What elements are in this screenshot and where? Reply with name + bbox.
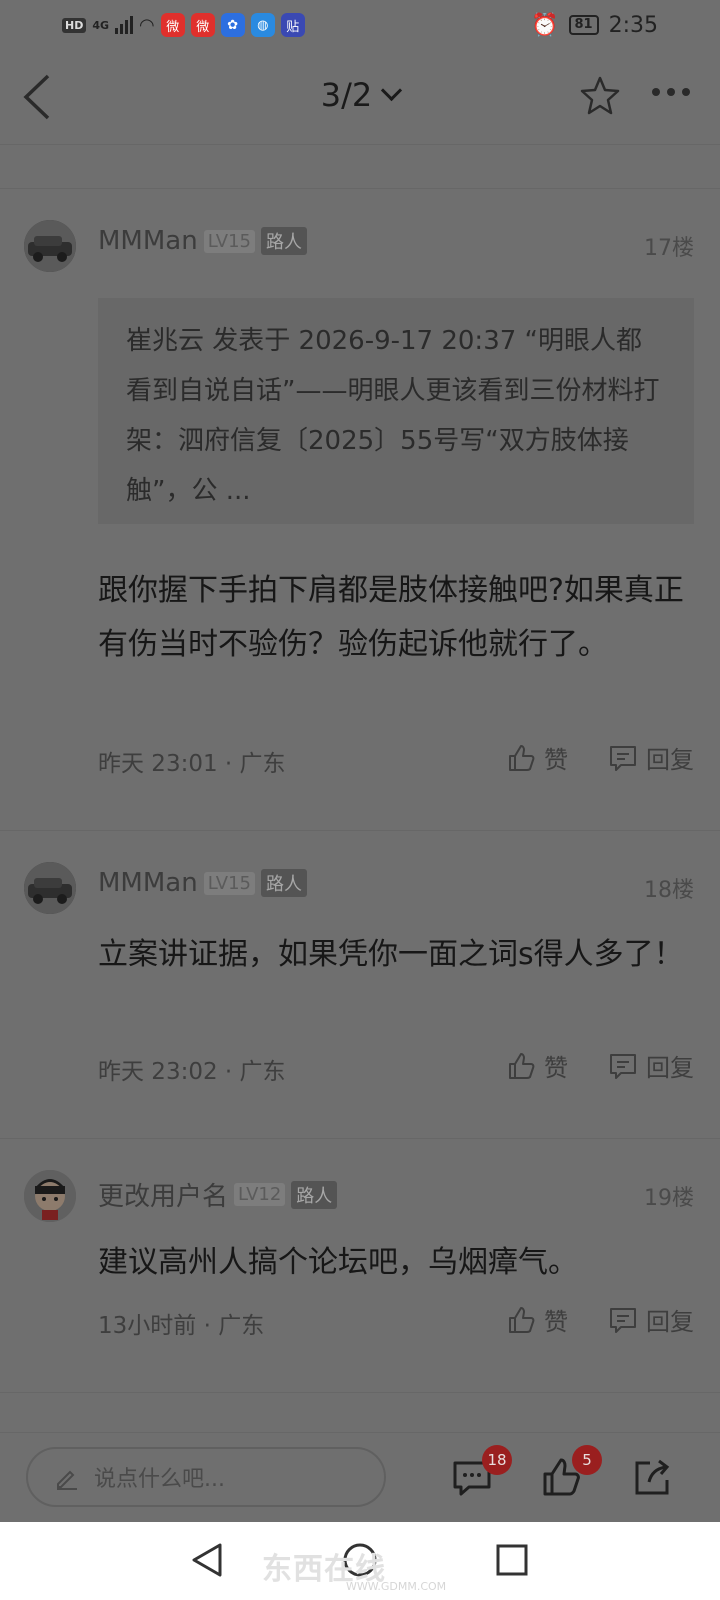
car-avatar-image <box>24 220 76 272</box>
favorite-button[interactable] <box>578 74 622 118</box>
level-badge: LV15 <box>203 871 255 895</box>
comment-icon <box>610 745 636 771</box>
post-item: MMMan LV15 路人 18楼 立案讲证据，如果凭你一面之词s得人多了！ 昨… <box>0 830 720 1136</box>
post-content: 建议高州人搞个论坛吧，乌烟瘴气。 <box>98 1245 578 1280</box>
post-actions: 赞 回复 <box>506 1048 694 1083</box>
role-badge: 路人 <box>261 869 307 897</box>
divider <box>0 1392 720 1393</box>
comment-placeholder: 说点什么吧... <box>94 1467 225 1492</box>
tieba-icon: 贴 <box>280 13 305 37</box>
weibo-icon: 微 <box>190 13 215 37</box>
pencil-icon <box>57 1470 77 1490</box>
reply-button[interactable]: 回复 <box>608 740 694 775</box>
comments-button[interactable]: 18 <box>450 1445 512 1499</box>
comment-count-badge: 18 <box>482 1445 512 1475</box>
reply-button[interactable]: 回复 <box>608 1302 694 1337</box>
nav-recents-button[interactable] <box>492 1540 532 1580</box>
comment-input[interactable]: 说点什么吧... <box>26 1447 386 1507</box>
post-time-location: 13小时前 · 广东 <box>98 1313 265 1339</box>
like-button[interactable]: 赞 <box>506 740 568 775</box>
like-button[interactable]: 赞 <box>506 1048 568 1083</box>
post-time-location: 昨天 23:01 · 广东 <box>98 751 286 777</box>
username[interactable]: MMMan <box>98 226 198 256</box>
status-right: ⏰ 81 2:35 <box>531 13 658 38</box>
post-content: 跟你握下手拍下肩都是肢体接触吧?如果真正有伤当时不验伤？验伤起诉他就行了。 <box>98 573 684 662</box>
watermark-url: WWW.GDMM.COM <box>346 1580 447 1593</box>
chevron-down-icon <box>381 79 403 102</box>
status-left: HD 4G ◠ 微 微 ✿ ◍ 贴 <box>62 13 305 37</box>
share-button[interactable] <box>630 1455 674 1499</box>
thumbs-up-icon <box>509 1052 535 1079</box>
cartoon-avatar-image <box>24 1170 76 1222</box>
thumbs-up-icon <box>509 744 535 771</box>
comment-icon <box>610 1053 636 1079</box>
quote-block[interactable]: 崔兆云 发表于 2026-9-17 20:37 “明眼人都看到自说自话”——明眼… <box>98 298 694 524</box>
signal-icon <box>115 16 134 34</box>
wifi-icon: ◠ <box>139 14 155 36</box>
hd-indicator: HD <box>62 17 87 33</box>
more-dot <box>667 88 675 96</box>
network-type: 4G <box>92 18 110 32</box>
star-icon <box>580 76 620 115</box>
status-bar: HD 4G ◠ 微 微 ✿ ◍ 贴 ⏰ 81 2:35 <box>0 0 720 50</box>
baidu-icon: ✿ <box>220 13 245 37</box>
square-recents-icon <box>496 1544 528 1576</box>
like-count-badge: 5 <box>572 1445 602 1475</box>
reply-label: 回复 <box>646 1308 694 1336</box>
post-content: 立案讲证据，如果凭你一面之词s得人多了！ <box>98 937 684 972</box>
reply-button[interactable]: 回复 <box>608 1048 694 1083</box>
post-time-location: 昨天 23:02 · 广东 <box>98 1059 286 1085</box>
triangle-back-icon <box>192 1543 222 1577</box>
comment-icon <box>610 1307 636 1333</box>
post-item: MMMan LV15 路人 17楼 崔兆云 发表于 2026-9-17 20:3… <box>0 188 720 828</box>
nav-back-button[interactable] <box>188 1540 228 1580</box>
like-button[interactable]: 赞 <box>506 1302 568 1337</box>
weibo-icon: 微 <box>160 13 185 37</box>
floor-number: 18楼 <box>644 878 694 903</box>
user-line: 更改用户名 LV12 路人 <box>98 1176 338 1213</box>
reply-label: 回复 <box>646 746 694 774</box>
username[interactable]: MMMan <box>98 868 198 898</box>
car-avatar-image <box>24 862 76 914</box>
role-badge: 路人 <box>291 1180 338 1209</box>
browser-icon: ◍ <box>250 13 275 37</box>
like-label: 赞 <box>544 1054 568 1082</box>
like-label: 赞 <box>544 1308 568 1336</box>
user-line: MMMan LV15 路人 <box>98 868 307 898</box>
battery-indicator: 81 <box>568 15 599 35</box>
bottom-action-bar: 说点什么吧... 18 5 <box>0 1432 720 1523</box>
alarm-icon: ⏰ <box>531 12 559 38</box>
level-badge: LV15 <box>203 229 255 253</box>
system-nav-bar: 东西在线 WWW.GDMM.COM <box>0 1522 720 1600</box>
clock: 2:35 <box>608 12 658 38</box>
post-actions: 赞 回复 <box>506 1302 694 1337</box>
avatar[interactable] <box>24 1170 76 1222</box>
post-actions: 赞 回复 <box>506 740 694 775</box>
more-options-button[interactable] <box>652 88 690 96</box>
share-icon <box>635 1459 670 1495</box>
floor-number: 17楼 <box>644 236 694 261</box>
avatar[interactable] <box>24 862 76 914</box>
page-indicator: 3/2 <box>320 76 373 114</box>
level-badge: LV12 <box>234 1183 286 1206</box>
thumbs-up-icon <box>509 1306 535 1333</box>
post-item: 更改用户名 LV12 路人 19楼 建议高州人搞个论坛吧，乌烟瘴气。 13小时前… <box>0 1138 720 1392</box>
user-line: MMMan LV15 路人 <box>98 226 307 256</box>
like-label: 赞 <box>544 746 568 774</box>
floor-number: 19楼 <box>644 1186 694 1211</box>
top-bar: 3/2 <box>0 50 720 145</box>
reply-label: 回复 <box>646 1054 694 1082</box>
avatar[interactable] <box>24 220 76 272</box>
more-dot <box>682 88 690 96</box>
more-dot <box>652 88 660 96</box>
like-post-button[interactable]: 5 <box>540 1445 602 1499</box>
username[interactable]: 更改用户名 <box>98 1176 228 1213</box>
role-badge: 路人 <box>261 227 307 255</box>
